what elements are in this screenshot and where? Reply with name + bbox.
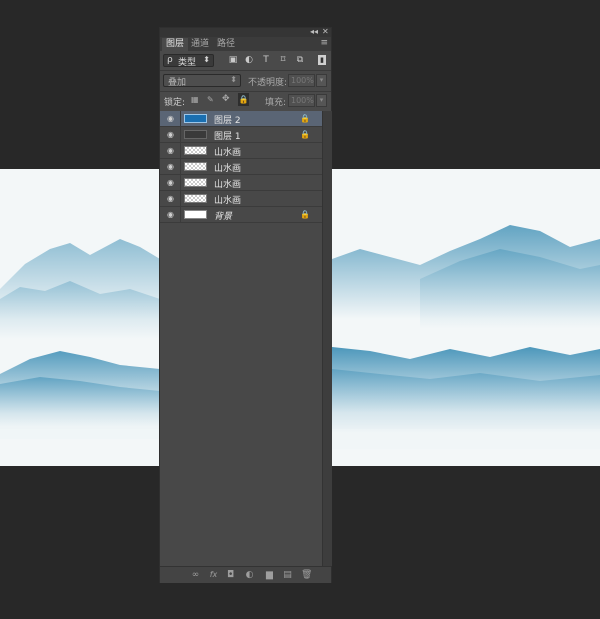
chevron-updown-icon: ⬍ <box>230 75 237 84</box>
lock-label: 锁定: <box>164 98 186 108</box>
visibility-eye-icon[interactable]: ◉ <box>166 178 175 187</box>
adjustment-filter-icon[interactable]: ◐ <box>244 55 254 65</box>
layer-row[interactable]: ◉ 图层 2 🔒 <box>160 111 322 127</box>
fill-label: 填充: <box>265 98 287 108</box>
visibility-eye-icon[interactable]: ◉ <box>166 114 175 123</box>
opacity-field[interactable]: 100% <box>288 74 315 87</box>
lock-icon: 🔒 <box>300 130 310 139</box>
visibility-eye-icon[interactable]: ◉ <box>166 210 175 219</box>
filter-row: ρ 类型 ⬍ ▣ ◐ T ⌑ ⧉ ▮ <box>160 51 331 69</box>
lock-icon: 🔒 <box>300 114 310 123</box>
layer-thumbnail <box>184 194 207 203</box>
divider <box>180 175 181 191</box>
chevron-updown-icon: ⬍ <box>203 55 210 64</box>
lock-transparent-pixels-icon[interactable]: ▦ <box>191 95 199 104</box>
layer-name[interactable]: 背景 <box>214 209 232 222</box>
tab-paths[interactable]: 路径 <box>213 38 239 51</box>
layer-row[interactable]: ◉ 山水画 <box>160 159 322 175</box>
opacity-label: 不透明度: <box>248 78 288 88</box>
type-filter-icon[interactable]: T <box>261 55 271 65</box>
link-layers-icon[interactable]: ∞ <box>190 570 201 580</box>
layer-name[interactable]: 图层 2 <box>214 113 241 126</box>
layer-row[interactable]: ◉ 背景 🔒 <box>160 207 322 223</box>
opacity-dropdown-button[interactable]: ▾ <box>316 74 327 87</box>
divider <box>180 143 181 159</box>
layer-name[interactable]: 山水画 <box>214 145 241 158</box>
divider <box>180 191 181 207</box>
divider <box>180 127 181 143</box>
layer-list-scrollbar[interactable] <box>322 111 332 566</box>
layer-name[interactable]: 山水画 <box>214 161 241 174</box>
fx-icon[interactable]: fx <box>208 570 219 580</box>
smart-object-filter-icon[interactable]: ⧉ <box>295 55 305 65</box>
fill-dropdown-button[interactable]: ▾ <box>316 94 327 107</box>
panel-footer: ∞ fx ◘ ◐ ▆ ▤ 🗑 <box>160 566 331 583</box>
layer-name[interactable]: 山水画 <box>214 193 241 206</box>
lock-row: 锁定: ▦ ✎ ✥ 🔒 填充: 100% ▾ <box>160 91 331 110</box>
layer-thumbnail <box>184 210 207 219</box>
divider <box>180 207 181 223</box>
adjustment-layer-icon[interactable]: ◐ <box>244 570 255 580</box>
blend-mode-select[interactable]: 叠加 ⬍ <box>163 74 241 88</box>
new-layer-icon[interactable]: ▤ <box>282 570 293 580</box>
delete-icon[interactable]: 🗑 <box>301 570 312 580</box>
layer-row[interactable]: ◉ 山水画 <box>160 175 322 191</box>
fill-field[interactable]: 100% <box>288 94 315 107</box>
divider <box>180 111 181 127</box>
lock-image-pixels-icon[interactable]: ✎ <box>207 95 214 104</box>
lock-all-icon[interactable]: 🔒 <box>238 93 249 106</box>
tab-layers[interactable]: 图层 <box>162 38 189 51</box>
add-mask-icon[interactable]: ◘ <box>225 570 236 580</box>
visibility-eye-icon[interactable]: ◉ <box>166 162 175 171</box>
layer-list: ◉ 图层 2 🔒 ◉ 图层 1 🔒 ◉ 山水画 ◉ 山水画 ◉ 山水画 ◉ 山水画 ◉ 背景 🔒 <box>160 111 322 566</box>
layer-thumbnail <box>184 130 207 139</box>
blend-row: 叠加 ⬍ 不透明度: 100% ▾ <box>160 70 331 89</box>
collapse-panel-button[interactable]: ◂◂ <box>310 27 318 36</box>
layer-name[interactable]: 图层 1 <box>214 129 241 142</box>
filter-kind-select[interactable]: ρ 类型 ⬍ <box>163 54 214 68</box>
layer-thumbnail <box>184 146 207 155</box>
filter-toggle-switch[interactable]: ▮ <box>318 55 326 65</box>
layer-row[interactable]: ◉ 山水画 <box>160 191 322 207</box>
layers-panel: ◂◂ ✕ 图层 通道 路径 ≡ ρ 类型 ⬍ ▣ ◐ T ⌑ ⧉ ▮ 叠加 ⬍ … <box>159 27 332 583</box>
visibility-eye-icon[interactable]: ◉ <box>166 130 175 139</box>
search-icon: ρ <box>167 55 173 65</box>
layer-row[interactable]: ◉ 图层 1 🔒 <box>160 127 322 143</box>
blend-mode-value: 叠加 <box>168 78 187 88</box>
close-panel-button[interactable]: ✕ <box>322 27 329 36</box>
divider <box>180 159 181 175</box>
panel-title-bar: ◂◂ ✕ <box>160 27 331 37</box>
filter-kind-label: 类型 <box>178 58 197 68</box>
shape-filter-icon[interactable]: ⌑ <box>278 55 288 65</box>
panel-tabs: 图层 通道 路径 ≡ <box>160 37 331 51</box>
layer-thumbnail <box>184 178 207 187</box>
layer-thumbnail <box>184 162 207 171</box>
new-group-icon[interactable]: ▆ <box>264 570 275 580</box>
layer-row[interactable]: ◉ 山水画 <box>160 143 322 159</box>
layer-thumbnail <box>184 114 207 123</box>
image-filter-icon[interactable]: ▣ <box>228 55 238 65</box>
lock-position-icon[interactable]: ✥ <box>222 94 230 104</box>
visibility-eye-icon[interactable]: ◉ <box>166 146 175 155</box>
tab-channels[interactable]: 通道 <box>187 38 213 51</box>
layer-name[interactable]: 山水画 <box>214 177 241 190</box>
visibility-eye-icon[interactable]: ◉ <box>166 194 175 203</box>
panel-menu-icon[interactable]: ≡ <box>320 38 328 48</box>
lock-icon: 🔒 <box>300 210 310 219</box>
